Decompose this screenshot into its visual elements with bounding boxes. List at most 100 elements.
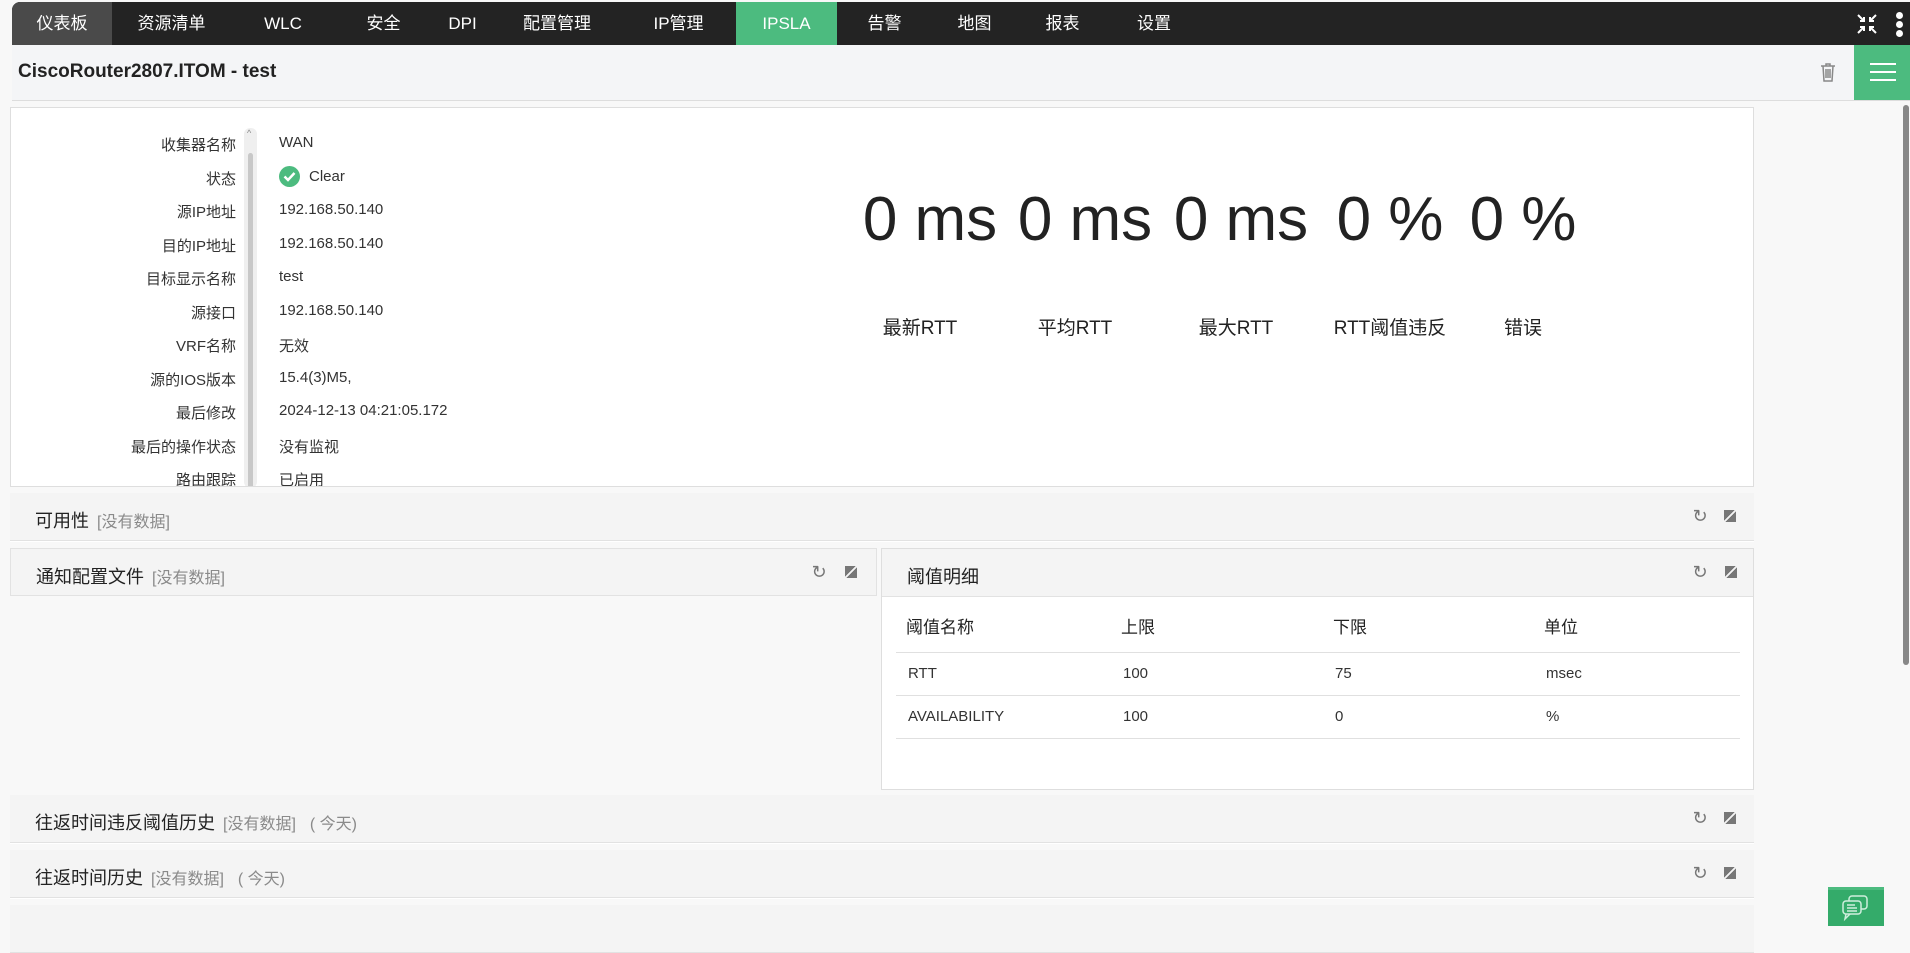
info-label: 收集器名称 xyxy=(160,137,236,154)
page-title: CiscoRouter2807.ITOM - test xyxy=(18,61,277,82)
metric-errors: 0 % 错误 xyxy=(1433,184,1613,340)
info-scrollbar[interactable]: ^ xyxy=(244,128,257,486)
table-cell: 100 xyxy=(1111,695,1323,739)
trash-icon[interactable] xyxy=(1820,62,1836,82)
metric-value: 0 % xyxy=(1469,185,1577,254)
panel-header: 通知配置文件 [没有数据] ↻ xyxy=(10,548,877,596)
nav-maps[interactable]: 地图 xyxy=(932,2,1017,45)
table-row: RTT 100 75 msec xyxy=(896,652,1740,696)
nav-security[interactable]: 安全 xyxy=(335,2,432,45)
table-row: AVAILABILITY 100 0 % xyxy=(896,695,1740,739)
collapse-panel-icon[interactable] xyxy=(845,566,857,578)
info-value: 2024-12-13 04:21:05.172 xyxy=(279,402,448,419)
table-cell: RTT xyxy=(896,652,1111,696)
check-circle-icon xyxy=(279,166,300,187)
rtt-violation-history-panel: 往返时间违反阈值历史 [没有数据] ( 今天) ↻ xyxy=(10,795,1754,844)
info-value: 已启用 xyxy=(279,472,325,487)
table-header-row: 阈值名称 上限 下限 单位 xyxy=(896,599,1740,653)
info-value: 无效 xyxy=(279,338,310,355)
refresh-icon[interactable]: ↻ xyxy=(1690,808,1710,828)
status-value: Clear xyxy=(309,168,345,185)
nav-config-mgmt[interactable]: 配置管理 xyxy=(493,2,621,45)
collapse-panel-icon[interactable] xyxy=(1724,812,1736,824)
nav-reports[interactable]: 报表 xyxy=(1017,2,1108,45)
collapse-panel-icon[interactable] xyxy=(1724,867,1736,879)
info-value: 192.168.50.140 xyxy=(279,235,384,252)
column-header: 单位 xyxy=(1534,599,1740,653)
availability-panel: 可用性 [没有数据] ↻ xyxy=(10,493,1754,542)
metric-value: 0 ms xyxy=(862,185,998,254)
threshold-table: 阈值名称 上限 下限 单位 RTT 100 75 msec AVAILABILI… xyxy=(896,599,1740,739)
no-data-label: [没有数据] xyxy=(152,570,225,587)
panel-header: 阈值明细 ↻ xyxy=(882,549,1753,597)
collapse-panel-icon[interactable] xyxy=(1724,510,1736,522)
table-cell: 75 xyxy=(1323,652,1534,696)
table-cell: 0 xyxy=(1323,695,1534,739)
nav-dpi[interactable]: DPI xyxy=(432,2,493,45)
chat-icon xyxy=(1842,895,1868,922)
more-vertical-icon[interactable] xyxy=(1892,10,1906,39)
nav-wlc[interactable]: WLC xyxy=(231,2,335,45)
no-data-label: [没有数据] xyxy=(151,871,224,888)
rtt-history-panel: 往返时间历史 [没有数据] ( 今天) ↻ xyxy=(10,850,1754,899)
column-header: 下限 xyxy=(1323,599,1534,653)
table-cell: msec xyxy=(1534,652,1740,696)
table-cell: % xyxy=(1534,695,1740,739)
top-nav: 仪表板 资源清单 WLC 安全 DPI 配置管理 IP管理 IPSLA 告警 地… xyxy=(12,2,1910,45)
no-data-label: [没有数据] xyxy=(223,816,296,833)
info-label: 源IP地址 xyxy=(176,204,236,221)
page-scrollbar[interactable] xyxy=(1903,105,1909,665)
panel-header: 往返时间历史 [没有数据] ( 今天) ↻ xyxy=(10,850,1754,898)
nav-alarms[interactable]: 告警 xyxy=(837,2,932,45)
info-value: 没有监视 xyxy=(279,439,340,456)
nav-ipsla[interactable]: IPSLA xyxy=(736,2,837,45)
info-value: 15.4(3)M5, xyxy=(279,369,352,386)
nav-dashboard[interactable]: 仪表板 xyxy=(12,2,112,45)
table-cell: 100 xyxy=(1111,652,1323,696)
info-value: 192.168.50.140 xyxy=(279,302,384,319)
nav-settings[interactable]: 设置 xyxy=(1108,2,1200,45)
no-data-label: [没有数据] xyxy=(97,514,170,531)
info-label: VRF名称 xyxy=(175,338,236,355)
notification-profile-panel: 通知配置文件 [没有数据] ↻ xyxy=(10,548,877,788)
nav-inventory[interactable]: 资源清单 xyxy=(112,2,231,45)
scroll-up-icon[interactable]: ^ xyxy=(247,128,251,138)
period-label: ( 今天) xyxy=(309,816,358,833)
ipsla-summary-panel: 收集器名称 状态 源IP地址 目的IP地址 目标显示名称 源接口 VRF名称 源… xyxy=(10,107,1754,487)
column-header: 阈值名称 xyxy=(896,599,1111,653)
metric-label: 错误 xyxy=(1503,318,1542,339)
threshold-details-panel: 阈值明细 ↻ 阈值名称 上限 下限 单位 RTT 100 75 msec AVA… xyxy=(881,548,1754,790)
panel-header: 往返时间违反阈值历史 [没有数据] ( 今天) ↻ xyxy=(10,795,1754,843)
info-value: WAN xyxy=(279,134,314,151)
info-label: 路由跟踪 xyxy=(175,472,236,487)
collapse-panel-icon[interactable] xyxy=(1725,566,1737,578)
panel-title: 通知配置文件 xyxy=(36,567,144,587)
table-cell: AVAILABILITY xyxy=(896,695,1111,739)
info-label: 最后修改 xyxy=(175,405,236,422)
refresh-icon[interactable]: ↻ xyxy=(1690,863,1710,883)
panel-title: 可用性 xyxy=(35,511,89,531)
scrollbar-thumb[interactable] xyxy=(248,153,253,486)
chat-button[interactable] xyxy=(1828,887,1884,926)
panel-header: 可用性 [没有数据] ↻ xyxy=(10,493,1754,541)
info-label: 目的IP地址 xyxy=(161,238,236,255)
info-value: 192.168.50.140 xyxy=(279,201,384,218)
metric-value: 0 ms xyxy=(1017,185,1153,254)
info-label: 目标显示名称 xyxy=(145,271,236,288)
panel-title: 往返时间历史 xyxy=(35,868,143,888)
info-label: 源的IOS版本 xyxy=(150,372,236,389)
next-panel-partial xyxy=(10,905,1754,953)
panel-title: 往返时间违反阈值历史 xyxy=(35,813,215,833)
info-label: 最后的操作状态 xyxy=(130,439,236,456)
collapse-icon[interactable] xyxy=(1855,12,1879,36)
info-label: 状态 xyxy=(205,171,236,188)
refresh-icon[interactable]: ↻ xyxy=(1690,562,1710,582)
refresh-icon[interactable]: ↻ xyxy=(1690,506,1710,526)
nav-ip-mgmt[interactable]: IP管理 xyxy=(621,2,736,45)
info-label: 源接口 xyxy=(190,305,236,322)
info-labels: 收集器名称 状态 源IP地址 目的IP地址 目标显示名称 源接口 VRF名称 源… xyxy=(11,108,236,487)
refresh-icon[interactable]: ↻ xyxy=(809,562,829,582)
panel-header xyxy=(10,905,1754,953)
hamburger-menu-button[interactable] xyxy=(1854,45,1910,100)
panel-title: 阈值明细 xyxy=(907,567,979,587)
